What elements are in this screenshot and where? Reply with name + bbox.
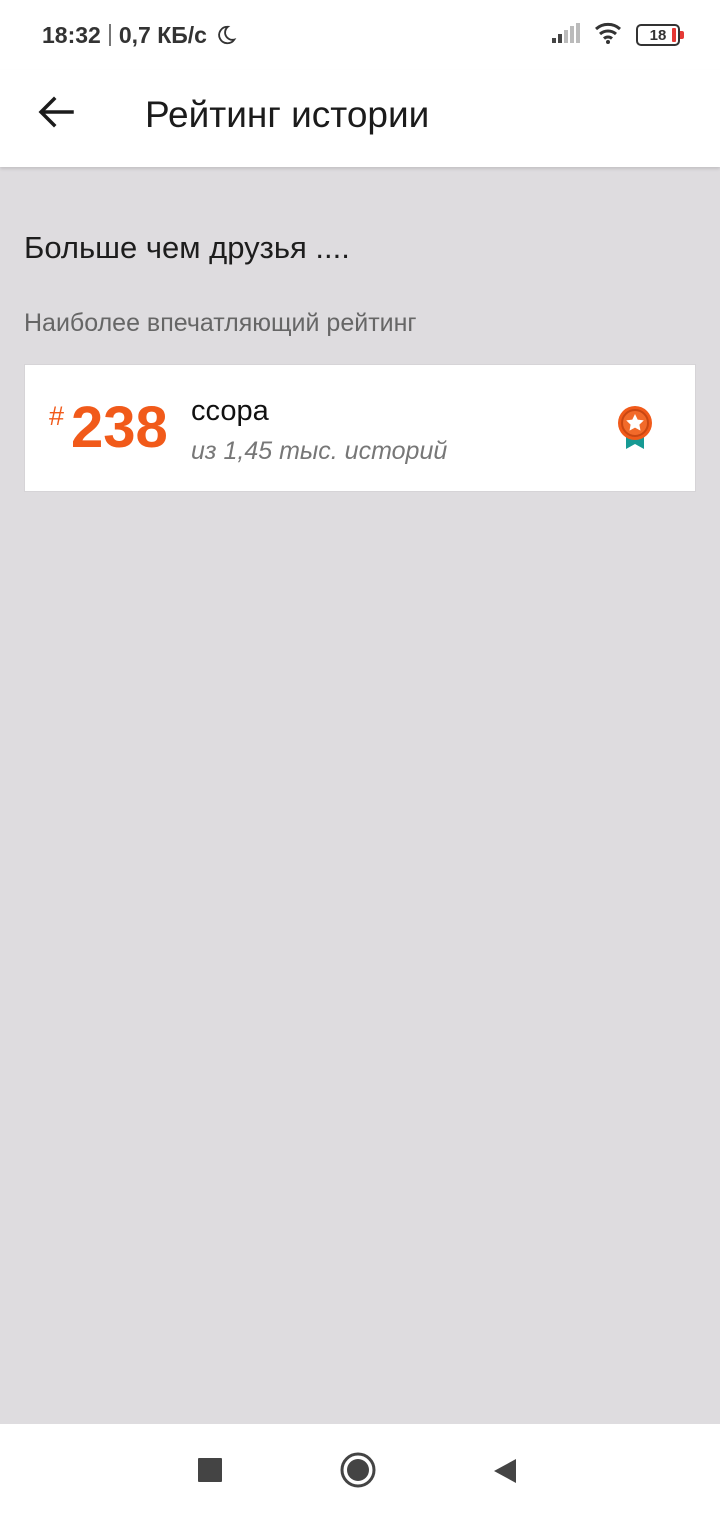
rank-tag: ссора: [191, 395, 269, 427]
story-title: Больше чем друзья ....: [24, 230, 350, 265]
triangle-back-icon: [492, 1457, 518, 1490]
rank-total: из 1,45 тыс. историй: [191, 437, 448, 465]
status-separator: [108, 24, 111, 46]
status-right: 18: [552, 22, 684, 49]
award-medal-icon: [615, 403, 655, 453]
battery-level-text: 18: [649, 26, 667, 44]
status-left: 18:32 0,7 КБ/с: [42, 22, 237, 49]
rank-card[interactable]: # 238 ссора из 1,45 тыс. историй: [24, 364, 696, 492]
section-subtitle: Наиболее впечатляющий рейтинг: [24, 309, 417, 337]
arrow-back-icon: [38, 96, 74, 133]
moon-icon: [215, 24, 237, 46]
rank-number: 238: [71, 395, 168, 460]
battery-tip: [680, 31, 684, 39]
circle-icon: [340, 1452, 376, 1493]
system-back-button[interactable]: [490, 1458, 520, 1488]
status-bar: 18:32 0,7 КБ/с 18: [0, 0, 720, 70]
wifi-icon: [594, 22, 622, 49]
battery-level-indicator: [672, 28, 676, 42]
recents-button[interactable]: [196, 1457, 224, 1487]
home-button[interactable]: [338, 1452, 378, 1492]
network-speed: 0,7 КБ/с: [118, 21, 207, 48]
app-bar: Рейтинг истории: [0, 70, 720, 167]
status-time: 18:32: [42, 21, 101, 48]
battery-icon: 18: [636, 24, 684, 46]
square-icon: [198, 1457, 222, 1487]
signal-icon: [552, 22, 580, 48]
page-title: Рейтинг истории: [145, 94, 430, 135]
navigation-bar: [0, 1424, 720, 1520]
rank-hash: #: [49, 401, 65, 431]
back-button[interactable]: [36, 94, 76, 134]
